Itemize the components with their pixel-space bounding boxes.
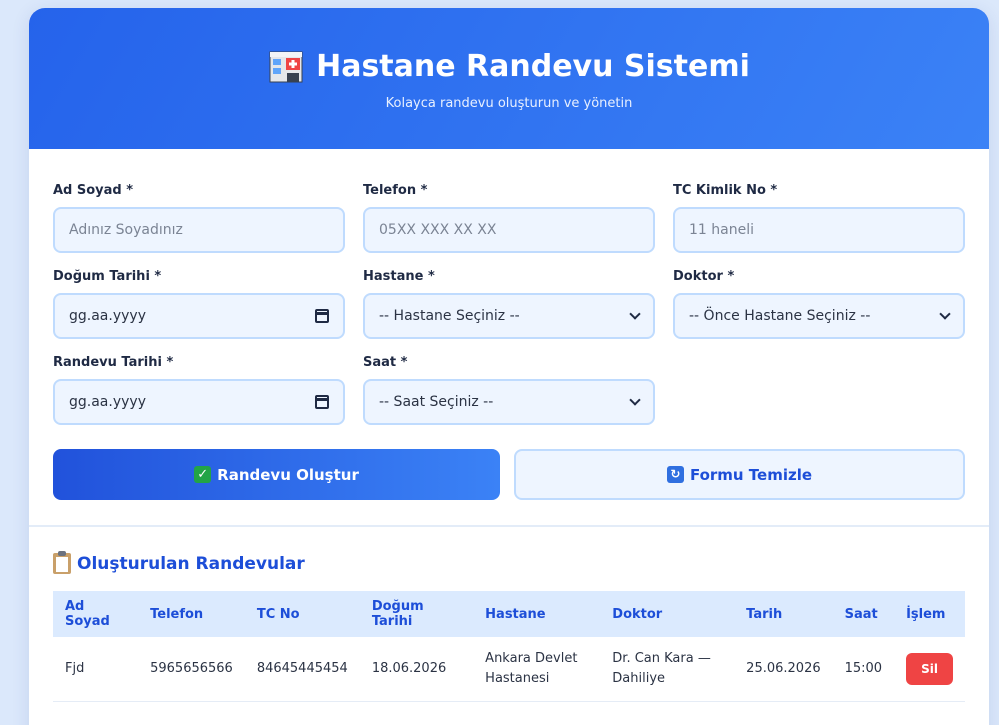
hastane-select[interactable]: -- Hastane Seçiniz -- (363, 293, 655, 339)
randevu-date-value: gg.aa.yyyy (69, 394, 146, 410)
cell-ad-soyad: Fjd (53, 637, 139, 702)
col-telefon: Telefon (150, 606, 204, 622)
field-saat: Saat * -- Saat Seçiniz -- (363, 355, 655, 425)
randevu-date-input[interactable]: gg.aa.yyyy (53, 379, 345, 425)
appointment-card: Hastane Randevu Sistemi Kolayca randevu … (29, 8, 989, 725)
field-hastane: Hastane * -- Hastane Seçiniz -- (363, 269, 655, 339)
cell-tc: 84645445454 (244, 637, 360, 702)
form-buttons: ✓ Randevu Oluştur ↻ Formu Temizle (53, 449, 965, 500)
col-hastane: Hastane (485, 606, 546, 622)
hastane-line-1: Ankara Devlet (485, 650, 578, 666)
chevron-down-icon (939, 308, 951, 320)
hospital-icon (268, 48, 304, 84)
field-tc: TC Kimlik No * 11 haneli (673, 183, 965, 253)
clear-form-button[interactable]: ↻ Formu Temizle (514, 449, 965, 500)
calendar-icon[interactable] (315, 395, 329, 409)
create-button-label: Randevu Oluştur (217, 465, 359, 484)
cell-dogum: 18.06.2026 (359, 637, 474, 702)
calendar-icon[interactable] (315, 309, 329, 323)
appointments-section: Oluşturulan Randevular Ad Soyad Telefon … (29, 527, 989, 702)
subtitle: Kolayca randevu oluşturun ve yönetin (385, 96, 633, 111)
hastane-line-2: Hastanesi (485, 670, 550, 686)
clear-button-label: Formu Temizle (689, 465, 813, 484)
saat-value: -- Saat Seçiniz -- (379, 394, 494, 410)
cell-tarih: 25.06.2026 (734, 637, 833, 702)
label-hastane: Hastane * (363, 269, 435, 284)
col-tc: TC No (256, 606, 300, 622)
appointments-title-text: Oluşturulan Randevular (77, 553, 305, 574)
field-randevu-tarihi: Randevu Tarihi * gg.aa.yyyy (53, 355, 345, 425)
table-header-row: Ad Soyad Telefon TC No Doğum Tarihi Hast… (53, 591, 965, 637)
label-ad-soyad: Ad Soyad * (53, 183, 134, 198)
col-saat: Saat (844, 606, 878, 622)
col-doktor: Doktor (612, 606, 663, 622)
create-appointment-button[interactable]: ✓ Randevu Oluştur (53, 449, 500, 500)
field-telefon: Telefon * 05XX XXX XX XX (363, 183, 655, 253)
label-doktor: Doktor * (673, 269, 735, 284)
field-doktor: Doktor * -- Önce Hastane Seçiniz -- (673, 269, 965, 339)
label-randevu-tarihi: Randevu Tarihi * (53, 355, 174, 370)
col-ad-soyad: Ad Soyad (65, 599, 110, 629)
table-row: Fjd 5965656566 84645445454 18.06.2026 An… (53, 637, 965, 702)
delete-button[interactable]: Sil (906, 652, 953, 685)
chevron-down-icon (629, 394, 641, 406)
label-telefon: Telefon * (363, 183, 428, 198)
field-dogum: Doğum Tarihi * gg.aa.yyyy (53, 269, 345, 339)
cell-telefon: 5965656566 (138, 637, 245, 702)
appointments-title: Oluşturulan Randevular (53, 551, 965, 574)
tc-placeholder: 11 haneli (689, 222, 754, 238)
col-tarih: Tarih (746, 606, 783, 622)
col-islem: İşlem (906, 606, 946, 622)
appointments-table: Ad Soyad Telefon TC No Doğum Tarihi Hast… (53, 591, 965, 702)
ad-soyad-input[interactable]: Adınız Soyadınız (53, 207, 345, 253)
telefon-input[interactable]: 05XX XXX XX XX (363, 207, 655, 253)
label-tc: TC Kimlik No * (673, 183, 778, 198)
label-saat: Saat * (363, 355, 408, 370)
appointment-form: Ad Soyad * Adınız Soyadınız Telefon * 05… (29, 149, 989, 500)
title-text: Hastane Randevu Sistemi (316, 48, 750, 84)
clipboard-icon (53, 551, 71, 574)
ad-soyad-placeholder: Adınız Soyadınız (69, 222, 183, 238)
cell-islem: Sil (894, 637, 965, 702)
cell-doktor: Dr. Can Kara — Dahiliye (600, 637, 735, 702)
saat-select[interactable]: -- Saat Seçiniz -- (363, 379, 655, 425)
cell-saat: 15:00 (832, 637, 895, 702)
doktor-value: -- Önce Hastane Seçiniz -- (689, 308, 871, 324)
tc-input[interactable]: 11 haneli (673, 207, 965, 253)
cell-hastane: Ankara Devlet Hastanesi (473, 637, 601, 702)
doktor-line-2: Dahiliye (612, 670, 666, 686)
doktor-select[interactable]: -- Önce Hastane Seçiniz -- (673, 293, 965, 339)
header: Hastane Randevu Sistemi Kolayca randevu … (29, 8, 989, 149)
label-dogum: Doğum Tarihi * (53, 269, 162, 284)
telefon-placeholder: 05XX XXX XX XX (379, 222, 497, 238)
refresh-icon: ↻ (666, 466, 684, 483)
page-title: Hastane Randevu Sistemi (29, 48, 989, 84)
check-mark-icon: ✓ (194, 466, 212, 483)
dogum-date-input[interactable]: gg.aa.yyyy (53, 293, 345, 339)
field-ad-soyad: Ad Soyad * Adınız Soyadınız (53, 183, 345, 253)
chevron-down-icon (629, 308, 641, 320)
dogum-value: gg.aa.yyyy (69, 308, 146, 324)
hastane-value: -- Hastane Seçiniz -- (379, 308, 520, 324)
doktor-line-1: Dr. Can Kara — (612, 650, 711, 666)
col-dogum: Doğum Tarihi (371, 599, 424, 629)
